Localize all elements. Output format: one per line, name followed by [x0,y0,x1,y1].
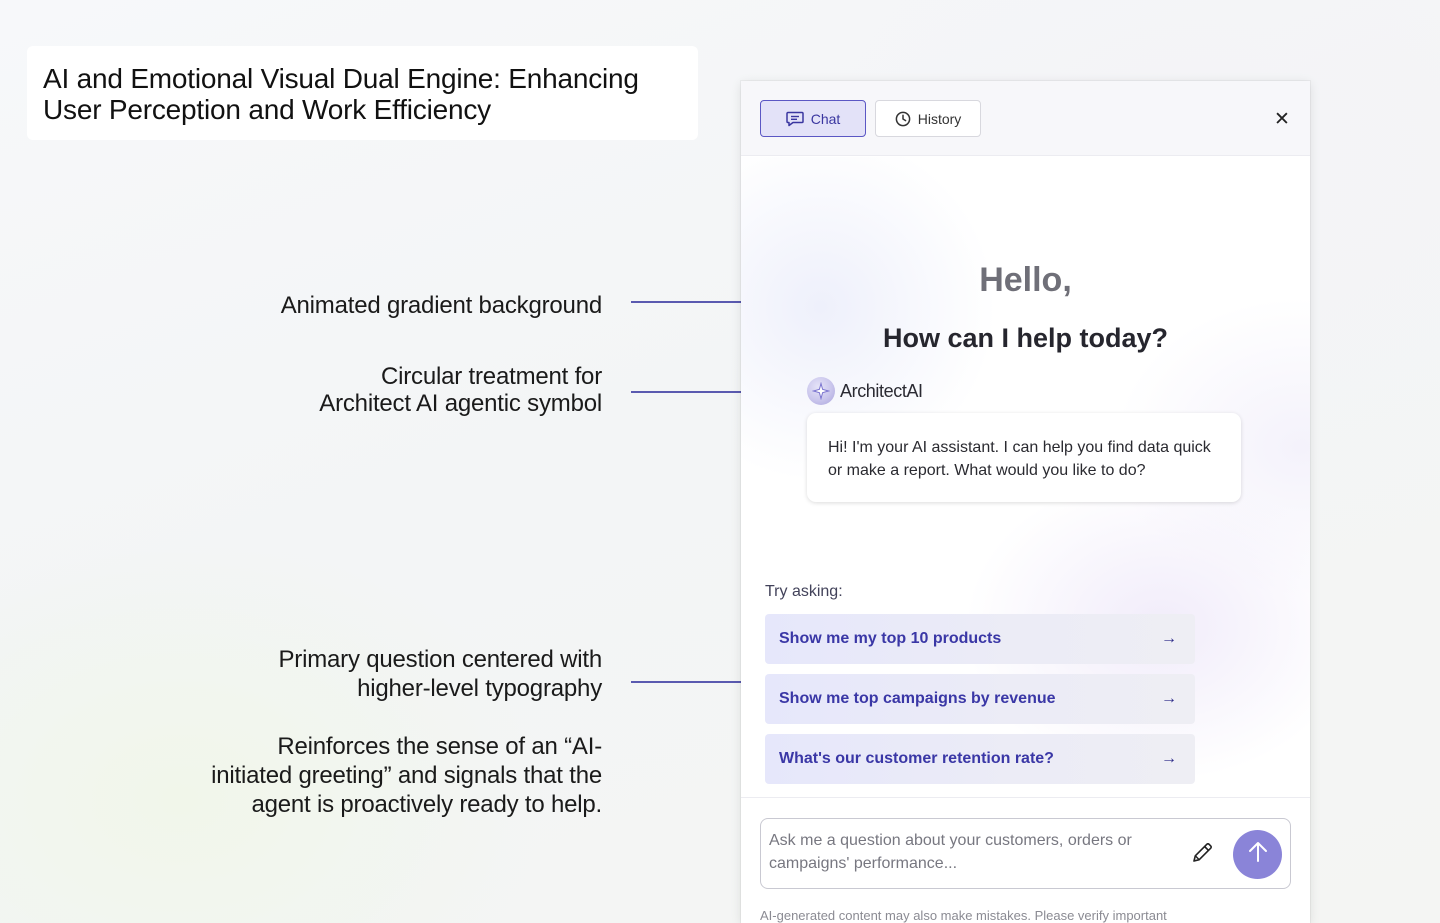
suggestion-text: Show me my top 10 products [779,630,1002,647]
suggestion-text: What's our customer retention rate? [779,750,1054,767]
suggestion-chip[interactable]: Show me my top 10 products → [765,614,1195,664]
agent-identity: ArchitectAI [807,377,923,405]
chat-input-box [760,818,1291,889]
annotation-reinforce-text-2: initiated greeting” and signals that the [211,762,602,789]
panel-header: Chat History ✕ [741,81,1310,156]
annotation-primary: Primary question centered with higher-le… [279,645,603,703]
chat-footer: AI-generated content may also make mista… [741,797,1310,923]
chat-input[interactable] [769,829,1169,881]
annotation-primary-text-1: Primary question centered with [278,646,603,673]
clock-icon [895,111,911,127]
annotation-circular-text-1: Circular treatment for [381,363,602,390]
suggestion-chip[interactable]: Show me top campaigns by revenue → [765,674,1195,724]
greeting-hello: Hello, [979,261,1072,299]
page-title: AI and Emotional Visual Dual Engine: Enh… [43,63,639,125]
annotation-reinforce-text-1: Reinforces the sense of an “AI- [277,733,602,760]
annotation-primary-text-2: higher-level typography [357,675,602,702]
assistant-message-bubble: Hi! I'm your AI assistant. I can help yo… [807,413,1241,502]
send-button[interactable] [1233,830,1282,879]
arrow-right-icon: → [1161,690,1177,707]
suggestion-chip[interactable]: What's our customer retention rate? → [765,734,1195,784]
title-card: AI and Emotional Visual Dual Engine: Enh… [27,46,698,140]
chat-icon [785,111,804,127]
annotation-circular-text-2: Architect AI agentic symbol [319,390,602,417]
close-icon[interactable]: ✕ [1272,109,1292,129]
tab-history-label: History [917,110,962,127]
architect-ai-sparkle-icon [807,377,835,405]
try-asking-label: Try asking: [765,583,843,600]
annotation-gradient-text: Animated gradient background [280,292,602,319]
chat-body: Hello, How can I help today? ArchitectAI… [741,157,1310,797]
agent-name-prefix: Architect [840,380,907,401]
tab-chat-label: Chat [810,110,841,127]
tab-chat[interactable]: Chat [760,100,866,137]
arrow-right-icon: → [1161,630,1177,647]
arrow-right-icon: → [1161,750,1177,767]
annotation-reinforce: Reinforces the sense of an “AI- initiate… [211,732,602,819]
pencil-icon[interactable] [1189,840,1215,866]
agent-name-suffix: AI [906,380,923,401]
agent-name: ArchitectAI [840,381,923,402]
ai-chat-panel: Chat History ✕ Hello, How can I help tod… [741,81,1310,923]
primary-question: How can I help today? [882,323,1169,353]
annotation-gradient: Animated gradient background [281,292,602,319]
ai-disclaimer: AI-generated content may also make mista… [760,908,1167,923]
annotation-circular: Circular treatment for Architect AI agen… [319,363,602,417]
suggestion-text: Show me top campaigns by revenue [779,690,1056,707]
tab-history[interactable]: History [875,100,981,137]
annotation-reinforce-text-3: agent is proactively ready to help. [251,791,602,818]
arrow-up-icon [1247,840,1269,869]
